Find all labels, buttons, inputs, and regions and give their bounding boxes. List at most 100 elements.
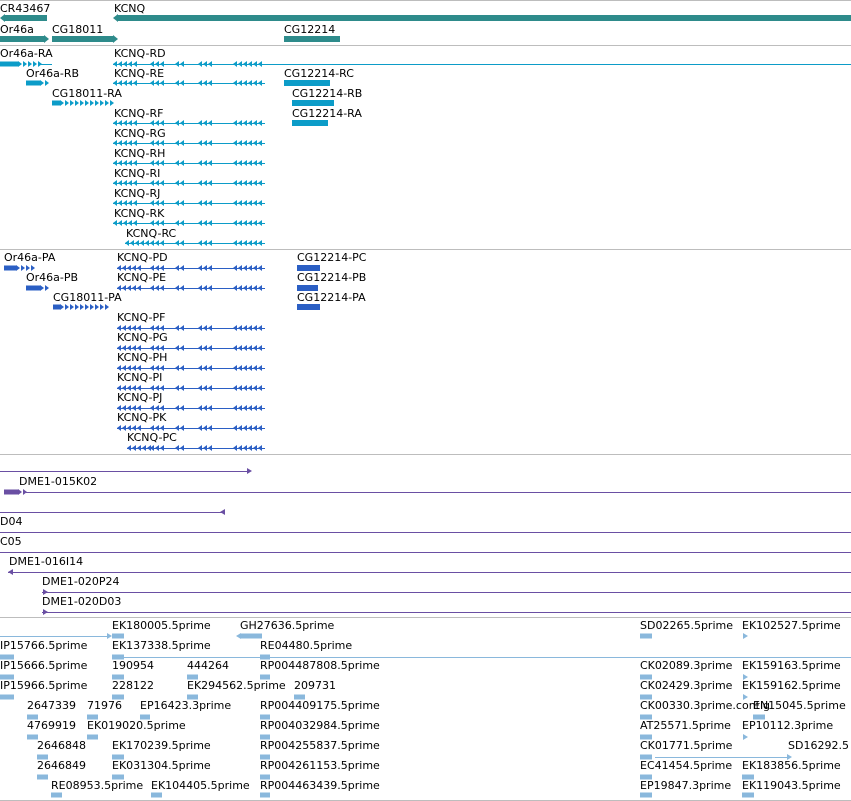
pr-kcnq-pe-exon[interactable] xyxy=(203,285,207,291)
tx-kcnq-rd-exon[interactable] xyxy=(208,61,212,67)
tx-kcnq-rj-exon[interactable] xyxy=(180,200,184,206)
pr-kcnq-pg-exon[interactable] xyxy=(198,345,202,351)
pr-kcnq-ph-exon[interactable] xyxy=(155,365,159,371)
tx-or46a-ra-exon[interactable] xyxy=(33,61,37,67)
pr-cg18011-pa-exon[interactable] xyxy=(105,304,109,310)
pr-kcnq-pe-exon[interactable] xyxy=(160,285,164,291)
pr-kcnq-pc-exon[interactable] xyxy=(142,445,146,451)
tx-kcnq-rc-exon[interactable] xyxy=(248,240,252,246)
tx-kcnq-re-exon[interactable] xyxy=(175,80,179,86)
tx-kcnq-rf-exon[interactable] xyxy=(248,120,252,126)
tx-kcnq-rc-exon[interactable] xyxy=(130,240,134,246)
tx-kcnq-rg-exon[interactable] xyxy=(238,140,242,146)
tx-kcnq-rh-exon[interactable] xyxy=(118,160,122,166)
est-block[interactable] xyxy=(0,694,14,700)
pr-kcnq-pj-exon[interactable] xyxy=(248,405,252,411)
tx-kcnq-ri-exon[interactable] xyxy=(233,180,237,186)
est-arrow[interactable] xyxy=(743,633,748,639)
pr-kcnq-pj-exon[interactable] xyxy=(122,405,126,411)
tx-kcnq-re-exon[interactable] xyxy=(243,80,247,86)
pr-kcnq-pe-exon[interactable] xyxy=(150,285,154,291)
pr-kcnq-pe-exon[interactable] xyxy=(127,285,131,291)
tx-kcnq-rc-exon[interactable] xyxy=(233,240,237,246)
pr-kcnq-pj-exon[interactable] xyxy=(132,405,136,411)
pr-cg18011-pa-exon[interactable] xyxy=(90,304,94,310)
tx-kcnq-rf-exon[interactable] xyxy=(155,120,159,126)
est-arrow[interactable] xyxy=(236,633,241,639)
tx-kcnq-ri-exon[interactable] xyxy=(238,180,242,186)
est-block[interactable] xyxy=(187,674,198,680)
clone-arrow[interactable] xyxy=(43,589,48,595)
pr-or46a-pa-exon[interactable] xyxy=(21,265,25,271)
est-block[interactable] xyxy=(151,792,162,798)
tx-kcnq-rg-exon[interactable] xyxy=(198,140,202,146)
tx-kcnq-re-exon[interactable] xyxy=(123,80,127,86)
pr-kcnq-pf-exon[interactable] xyxy=(117,325,121,331)
clone-arrow[interactable] xyxy=(43,609,48,615)
pr-kcnq-pg-exon[interactable] xyxy=(137,345,141,351)
est-block[interactable] xyxy=(640,674,652,680)
pr-kcnq-pc-exon[interactable] xyxy=(238,445,242,451)
tx-kcnq-rj-exon[interactable] xyxy=(203,200,207,206)
est-block[interactable] xyxy=(753,714,765,720)
tx-kcnq-re-exon[interactable] xyxy=(150,80,154,86)
tx-kcnq-rf-exon[interactable] xyxy=(150,120,154,126)
tx-kcnq-ri-exon[interactable] xyxy=(123,180,127,186)
tx-kcnq-rf-exon[interactable] xyxy=(175,120,179,126)
est-arrow[interactable] xyxy=(787,754,792,760)
pr-kcnq-pf-exon[interactable] xyxy=(127,325,131,331)
pr-kcnq-pc-exon[interactable] xyxy=(180,445,184,451)
tx-kcnq-rg-exon[interactable] xyxy=(155,140,159,146)
pr-kcnq-ph-exon[interactable] xyxy=(122,365,126,371)
pr-kcnq-pd-exon[interactable] xyxy=(150,265,154,271)
est-block[interactable] xyxy=(640,792,652,798)
pr-kcnq-pg-exon[interactable] xyxy=(238,345,242,351)
pr-kcnq-pj-exon[interactable] xyxy=(203,405,207,411)
pr-kcnq-pg-exon[interactable] xyxy=(253,345,257,351)
pr-kcnq-ph-exon[interactable] xyxy=(180,365,184,371)
est-block[interactable] xyxy=(112,674,124,680)
pr-kcnq-pf-exon[interactable] xyxy=(137,325,141,331)
tx-cg12214-ra-exon[interactable] xyxy=(292,120,328,126)
tx-kcnq-rg-exon[interactable] xyxy=(123,140,127,146)
pr-kcnq-ph-exon[interactable] xyxy=(117,365,121,371)
tx-kcnq-rh-exon[interactable] xyxy=(233,160,237,166)
tx-kcnq-rh-exon[interactable] xyxy=(208,160,212,166)
est-block[interactable] xyxy=(640,633,652,639)
gene-features[interactable] xyxy=(0,0,851,45)
tx-cg18011-ra-exon[interactable] xyxy=(95,100,99,106)
clone-arrow[interactable] xyxy=(8,569,13,575)
pr-kcnq-ph-exon[interactable] xyxy=(248,365,252,371)
tx-kcnq-rc-exon[interactable] xyxy=(175,240,179,246)
est-block[interactable] xyxy=(112,633,124,639)
tx-or46a-rb-exon[interactable] xyxy=(26,80,40,86)
pr-kcnq-pi-exon[interactable] xyxy=(238,385,242,391)
pr-kcnq-pj-exon[interactable] xyxy=(233,405,237,411)
tx-kcnq-ri-exon[interactable] xyxy=(180,180,184,186)
pr-kcnq-pe-exon[interactable] xyxy=(155,285,159,291)
tx-kcnq-rf-exon[interactable] xyxy=(160,120,164,126)
pr-kcnq-ph-exon[interactable] xyxy=(150,365,154,371)
est-block[interactable] xyxy=(140,714,150,720)
est-block[interactable] xyxy=(640,714,652,720)
pr-kcnq-pd-exon[interactable] xyxy=(175,265,179,271)
pr-kcnq-pg-exon[interactable] xyxy=(150,345,154,351)
tx-kcnq-rd-exon[interactable] xyxy=(233,61,237,67)
tx-kcnq-rg-exon[interactable] xyxy=(208,140,212,146)
tx-kcnq-rf-exon[interactable] xyxy=(238,120,242,126)
tx-kcnq-rk-exon[interactable] xyxy=(203,220,207,226)
tx-kcnq-rk-exon[interactable] xyxy=(180,220,184,226)
est-arrow[interactable] xyxy=(743,674,748,680)
est-block[interactable] xyxy=(742,792,754,798)
pr-kcnq-pd-exon[interactable] xyxy=(132,265,136,271)
pr-kcnq-pk-exon[interactable] xyxy=(150,425,154,431)
tx-kcnq-re-exon[interactable] xyxy=(198,80,202,86)
tx-kcnq-rk-exon[interactable] xyxy=(253,220,257,226)
pr-kcnq-ph-exon[interactable] xyxy=(208,365,212,371)
tx-kcnq-rf-exon[interactable] xyxy=(123,120,127,126)
est-block[interactable] xyxy=(742,774,754,780)
pr-kcnq-pe-exon[interactable] xyxy=(175,285,179,291)
pr-kcnq-pd-exon[interactable] xyxy=(258,265,262,271)
pr-kcnq-pd-exon[interactable] xyxy=(198,265,202,271)
pr-kcnq-pc-exon[interactable] xyxy=(258,445,262,451)
